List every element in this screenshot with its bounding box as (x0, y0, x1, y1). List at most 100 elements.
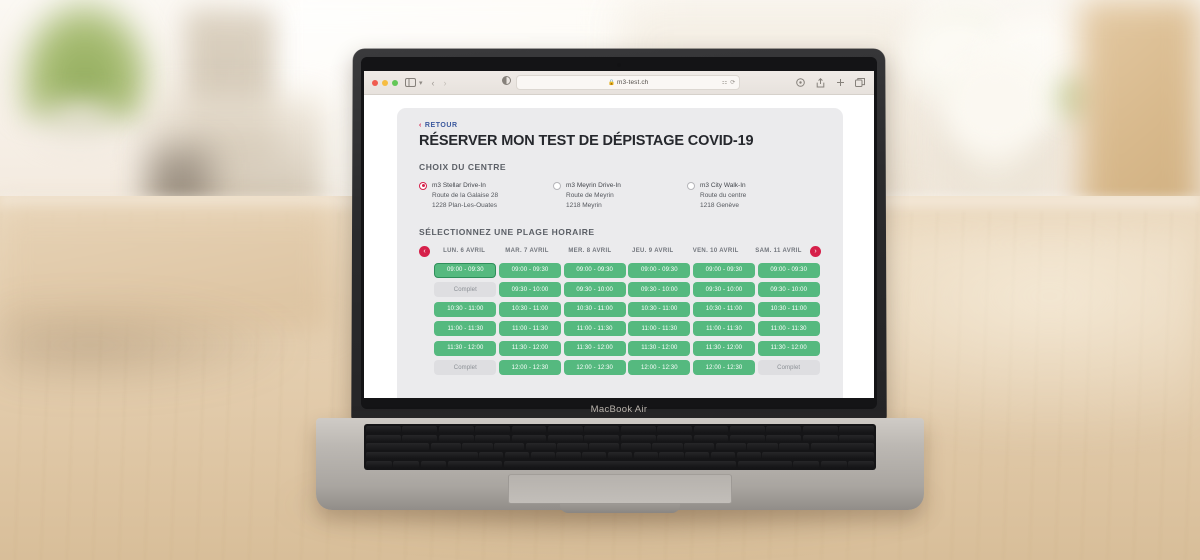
keyboard-key[interactable] (693, 434, 729, 442)
keyboard-key[interactable] (503, 460, 737, 469)
timeslot-button[interactable]: 09:00 - 09:30 (757, 262, 820, 278)
keyboard-key[interactable] (657, 434, 693, 442)
keyboard-key[interactable] (475, 434, 511, 442)
keyboard[interactable] (364, 424, 876, 470)
keyboard-key[interactable] (582, 452, 607, 460)
radio-button[interactable] (687, 181, 695, 190)
timeslot-button[interactable]: 10:30 - 11:00 (499, 301, 561, 317)
page-settings-icon[interactable]: ⚏ (722, 79, 727, 86)
keyboard-key[interactable] (589, 443, 620, 451)
keyboard-key[interactable] (684, 443, 715, 451)
forward-button[interactable]: › (444, 78, 447, 88)
tab-overview-icon[interactable] (854, 77, 866, 88)
trackpad[interactable] (508, 474, 732, 504)
timeslot-button[interactable]: 10:30 - 11:00 (434, 301, 497, 317)
timeslot-button[interactable]: 09:30 - 10:00 (499, 282, 561, 298)
timeslot-button[interactable]: 10:30 - 11:00 (693, 301, 756, 317)
reload-icon[interactable]: ⟳ (730, 79, 735, 86)
timeslot-button[interactable]: 10:30 - 11:00 (628, 301, 691, 317)
next-week-button[interactable]: › (809, 245, 821, 257)
keyboard-key[interactable] (430, 443, 461, 451)
keyboard-key[interactable] (479, 452, 504, 460)
keyboard-key[interactable] (584, 434, 620, 442)
keyboard-key[interactable] (447, 460, 503, 469)
keyboard-key[interactable] (494, 443, 525, 451)
radio-button[interactable] (419, 181, 427, 190)
keyboard-key[interactable] (633, 452, 658, 460)
new-tab-icon[interactable] (834, 77, 846, 88)
back-link[interactable]: ‹ RETOUR (419, 122, 821, 129)
keyboard-key[interactable] (793, 460, 820, 469)
timeslot-button[interactable]: 09:30 - 10:00 (563, 282, 626, 298)
zoom-button[interactable] (392, 79, 398, 86)
timeslot-button[interactable]: 11:00 - 11:30 (693, 321, 756, 337)
timeslot-button[interactable]: 12:00 - 12:30 (628, 360, 691, 376)
timeslot-button[interactable]: 09:00 - 09:30 (628, 262, 691, 278)
keyboard-key[interactable] (366, 460, 392, 469)
timeslot-button[interactable]: 12:00 - 12:30 (499, 360, 561, 376)
radio-button[interactable] (553, 181, 561, 190)
timeslot-button[interactable]: 09:00 - 09:30 (499, 262, 561, 278)
centre-option-1[interactable]: m3 Meyrin Drive-In Route de Meyrin 1218 Me… (553, 181, 687, 211)
keyboard-key[interactable] (511, 434, 547, 442)
keyboard-key[interactable] (366, 426, 401, 434)
keyboard-key[interactable] (462, 443, 493, 451)
privacy-report-icon[interactable] (794, 77, 806, 88)
address-bar[interactable]: 🔒 m3-test.ch ⚏ ⟳ (516, 75, 741, 90)
timeslot-button[interactable]: 11:00 - 11:30 (499, 321, 561, 337)
timeslot-button[interactable]: 09:00 - 09:30 (693, 262, 756, 278)
chevron-down-icon[interactable]: ▾ (419, 79, 423, 87)
timeslot-button[interactable]: 12:00 - 12:30 (693, 360, 756, 376)
timeslot-button[interactable]: 09:00 - 09:30 (434, 262, 497, 278)
sidebar-icon[interactable] (404, 77, 416, 88)
timeslot-button[interactable]: 11:30 - 12:00 (434, 340, 497, 356)
keyboard-key[interactable] (438, 434, 474, 442)
keyboard-key[interactable] (766, 426, 802, 434)
keyboard-key[interactable] (779, 443, 810, 451)
timeslot-button[interactable]: 12:00 - 12:30 (563, 360, 626, 376)
keyboard-key[interactable] (659, 452, 684, 460)
keyboard-key[interactable] (366, 452, 478, 460)
timeslot-button[interactable]: 09:30 - 10:00 (628, 282, 691, 298)
keyboard-key[interactable] (762, 452, 874, 460)
keyboard-key[interactable] (620, 426, 656, 434)
keyboard-key[interactable] (511, 426, 547, 434)
keyboard-key[interactable] (393, 460, 420, 469)
keyboard-key[interactable] (607, 452, 633, 460)
keyboard-key[interactable] (556, 452, 581, 460)
back-button[interactable]: ‹ (432, 78, 435, 88)
keyboard-key[interactable] (530, 452, 555, 460)
close-button[interactable] (372, 79, 378, 86)
keyboard-key[interactable] (736, 452, 761, 460)
timeslot-button[interactable]: 09:30 - 10:00 (693, 282, 756, 298)
timeslot-button[interactable]: 11:00 - 11:30 (563, 321, 626, 337)
keyboard-key[interactable] (652, 443, 683, 451)
keyboard-key[interactable] (729, 426, 765, 434)
timeslot-button[interactable]: 11:00 - 11:30 (757, 321, 820, 337)
timeslot-button[interactable]: 11:30 - 12:00 (499, 340, 561, 356)
timeslot-button[interactable]: 11:00 - 11:30 (434, 321, 497, 337)
keyboard-key[interactable] (557, 443, 588, 451)
timeslot-button[interactable]: 10:30 - 11:00 (757, 301, 820, 317)
minimize-button[interactable] (382, 79, 388, 86)
keyboard-key[interactable] (710, 452, 736, 460)
reader-mode-icon[interactable] (500, 75, 512, 86)
keyboard-key[interactable] (810, 443, 875, 451)
keyboard-key[interactable] (525, 443, 556, 451)
keyboard-key[interactable] (802, 426, 838, 434)
keyboard-key[interactable] (685, 452, 710, 460)
keyboard-key[interactable] (715, 443, 746, 451)
keyboard-key[interactable] (547, 426, 583, 434)
keyboard-key[interactable] (839, 426, 874, 434)
keyboard-key[interactable] (729, 434, 765, 442)
keyboard-key[interactable] (620, 434, 656, 442)
timeslot-button[interactable]: 09:30 - 10:00 (757, 282, 820, 298)
keyboard-key[interactable] (737, 460, 792, 469)
timeslot-button[interactable]: 11:30 - 12:00 (757, 340, 820, 356)
keyboard-key[interactable] (438, 426, 474, 434)
centre-option-2[interactable]: m3 City Walk-In Route du centre 1218 Genèv… (687, 181, 821, 211)
keyboard-key[interactable] (766, 434, 802, 442)
share-icon[interactable] (814, 77, 826, 88)
timeslot-button[interactable]: 10:30 - 11:00 (563, 301, 626, 317)
keyboard-key[interactable] (657, 426, 693, 434)
